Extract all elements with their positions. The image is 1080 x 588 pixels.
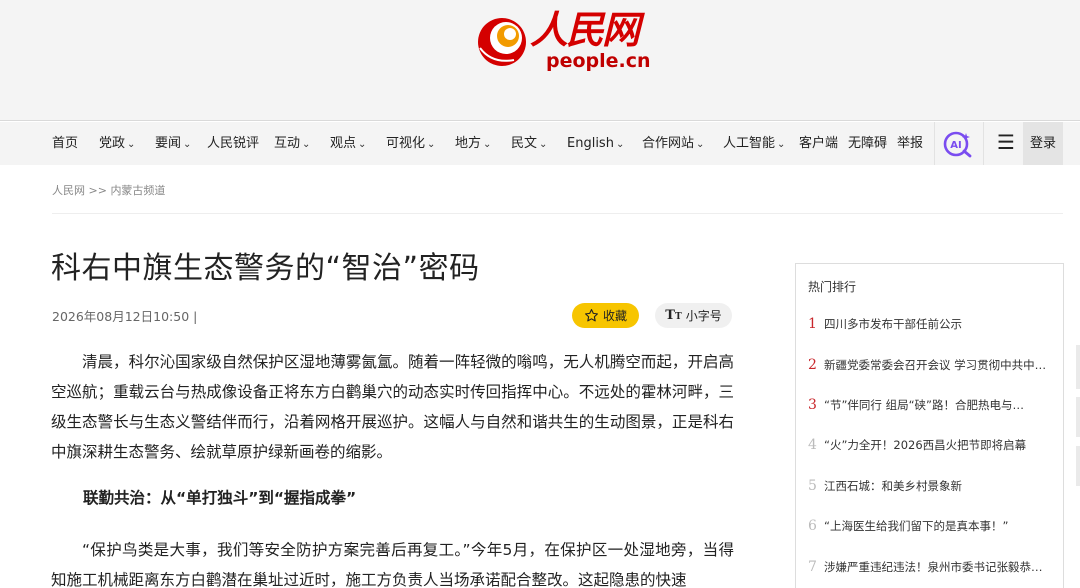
people-logo[interactable]: 人民网 people.cn	[474, 6, 651, 72]
chevron-down-icon: ⌄	[427, 139, 436, 150]
article-subheading: 联勤共治：从“单打独斗”到“握指成拳”	[83, 489, 357, 507]
breadcrumb-separator: >>	[85, 184, 111, 197]
nav-item-local[interactable]: 地方 ⌄	[455, 122, 491, 165]
nav-item-news[interactable]: 要闻 ⌄	[155, 122, 191, 165]
hot-item-title: 涉嫌严重违纪违法！泉州市委书记张毅恭任上被查	[824, 560, 1049, 574]
rank-number: 6	[808, 518, 817, 534]
logo-english-text: people.cn	[546, 50, 651, 72]
chevron-down-icon: ⌄	[127, 139, 136, 150]
hot-list-item[interactable]: 4 “火”力全开！2026西昌火把节即将启幕	[808, 434, 1053, 456]
site-header: 人民网 people.cn	[0, 0, 1080, 121]
nav-item-commentary[interactable]: 人民锐评	[207, 122, 259, 165]
nav-divider	[934, 122, 935, 165]
font-size-label: 小字号	[685, 309, 722, 323]
floating-side-tab[interactable]	[1076, 397, 1080, 437]
rank-number: 3	[808, 397, 817, 413]
rank-number: 5	[808, 478, 817, 494]
nav-item-visual[interactable]: 可视化 ⌄	[386, 122, 435, 165]
logo-swirl-icon	[478, 18, 526, 66]
hot-item-title: “上海医生给我们留下的是真本事！”	[824, 519, 1009, 533]
nav-item-english[interactable]: English ⌄	[567, 122, 624, 165]
hot-ranking-panel: 热门排行 1 四川多市发布干部任前公示 2 新疆党委常委会召开会议 学习贯彻中共…	[795, 263, 1064, 588]
favorite-button[interactable]: 收藏	[572, 303, 639, 328]
rank-number: 7	[808, 559, 817, 575]
hot-list-item[interactable]: 3 “节”伴同行 组局“硖”路！合肥热电与…	[808, 394, 1053, 416]
chevron-down-icon: ⌄	[539, 139, 548, 150]
main-nav: 首页 党政 ⌄ 要闻 ⌄ 人民锐评 互动 ⌄ 观点 ⌄ 可视化 ⌄ 地方 ⌄ 民文 ⌄ Eng…	[0, 122, 1080, 165]
nav-item-partners[interactable]: 合作网站 ⌄	[642, 122, 704, 165]
favorite-label: 收藏	[602, 309, 627, 323]
nav-item-opinion[interactable]: 观点 ⌄	[330, 122, 366, 165]
hamburger-menu-icon[interactable]: ☰	[992, 122, 1020, 165]
breadcrumb-home-link[interactable]: 人民网	[52, 184, 85, 197]
chevron-down-icon: ⌄	[183, 139, 192, 150]
chevron-down-icon: ⌄	[696, 139, 705, 150]
ai-search-icon[interactable]: AI	[942, 130, 974, 158]
login-button[interactable]: 登录	[1023, 122, 1063, 165]
rank-number: 4	[808, 437, 817, 453]
font-size-button[interactable]: TT 小字号	[655, 303, 732, 328]
rank-number: 1	[808, 316, 817, 332]
hot-list-item[interactable]: 7 涉嫌严重违纪违法！泉州市委书记张毅恭任上被查	[808, 556, 1053, 578]
chevron-down-icon: ⌄	[358, 139, 367, 150]
hot-list-item[interactable]: 6 “上海医生给我们留下的是真本事！”	[808, 515, 1053, 537]
svg-text:AI: AI	[950, 140, 961, 151]
nav-item-home[interactable]: 首页	[52, 122, 78, 165]
logo-chinese-text: 人民网	[530, 7, 640, 52]
divider	[52, 213, 1063, 214]
chevron-down-icon: ⌄	[302, 139, 311, 150]
hot-ranking-title: 热门排行	[808, 280, 857, 294]
hot-item-title: 四川多市发布干部任前公示	[824, 317, 962, 331]
article-title: 科右中旗生态警务的“智治”密码	[51, 251, 480, 286]
star-icon	[584, 309, 598, 322]
nav-item-minority[interactable]: 民文 ⌄	[511, 122, 547, 165]
nav-divider	[983, 122, 984, 165]
floating-side-tab[interactable]	[1076, 345, 1080, 389]
chevron-down-icon: ⌄	[615, 139, 625, 150]
hot-item-title: 江西石城：和美乡村景象新	[824, 479, 962, 493]
article-paragraph: 清晨，科尔沁国家级自然保护区湿地薄雾氤氲。随着一阵轻微的嗡鸣，无人机腾空而起，开…	[51, 353, 734, 461]
nav-item-report[interactable]: 举报	[897, 122, 923, 165]
hot-item-title: “节”伴同行 组局“硖”路！合肥热电与…	[824, 398, 1024, 412]
breadcrumb-channel-link[interactable]: 内蒙古频道	[110, 184, 165, 197]
hot-list-item[interactable]: 1 四川多市发布干部任前公示	[808, 313, 1053, 335]
chevron-down-icon: ⌄	[483, 139, 492, 150]
hot-item-title: “火”力全开！2026西昌火把节即将启幕	[824, 438, 1027, 452]
hot-list-item[interactable]: 2 新疆党委常委会召开会议 学习贯彻中共中央政治局会议精神	[808, 354, 1053, 376]
nav-item-app[interactable]: 客户端	[799, 122, 838, 165]
hot-item-title: 新疆党委常委会召开会议 学习贯彻中共中央政治局会议精神	[824, 358, 1049, 372]
chevron-down-icon: ⌄	[777, 139, 786, 150]
rank-number: 2	[808, 357, 817, 373]
nav-item-interaction[interactable]: 互动 ⌄	[274, 122, 310, 165]
font-size-icon: TT	[665, 308, 682, 323]
nav-item-accessibility[interactable]: 无障碍	[848, 122, 887, 165]
nav-item-ai[interactable]: 人工智能 ⌄	[723, 122, 785, 165]
article-meta: 2026年08月12日10:50 |	[52, 309, 198, 324]
article-paragraph: “保护鸟类是大事，我们等安全防护方案完善后再复工。”今年5月，在保护区一处湿地旁…	[51, 541, 734, 588]
breadcrumb: 人民网 >> 内蒙古频道	[52, 182, 165, 198]
hot-list-item[interactable]: 5 江西石城：和美乡村景象新	[808, 475, 1053, 497]
nav-item-party[interactable]: 党政 ⌄	[99, 122, 135, 165]
floating-side-tab[interactable]	[1076, 446, 1080, 486]
